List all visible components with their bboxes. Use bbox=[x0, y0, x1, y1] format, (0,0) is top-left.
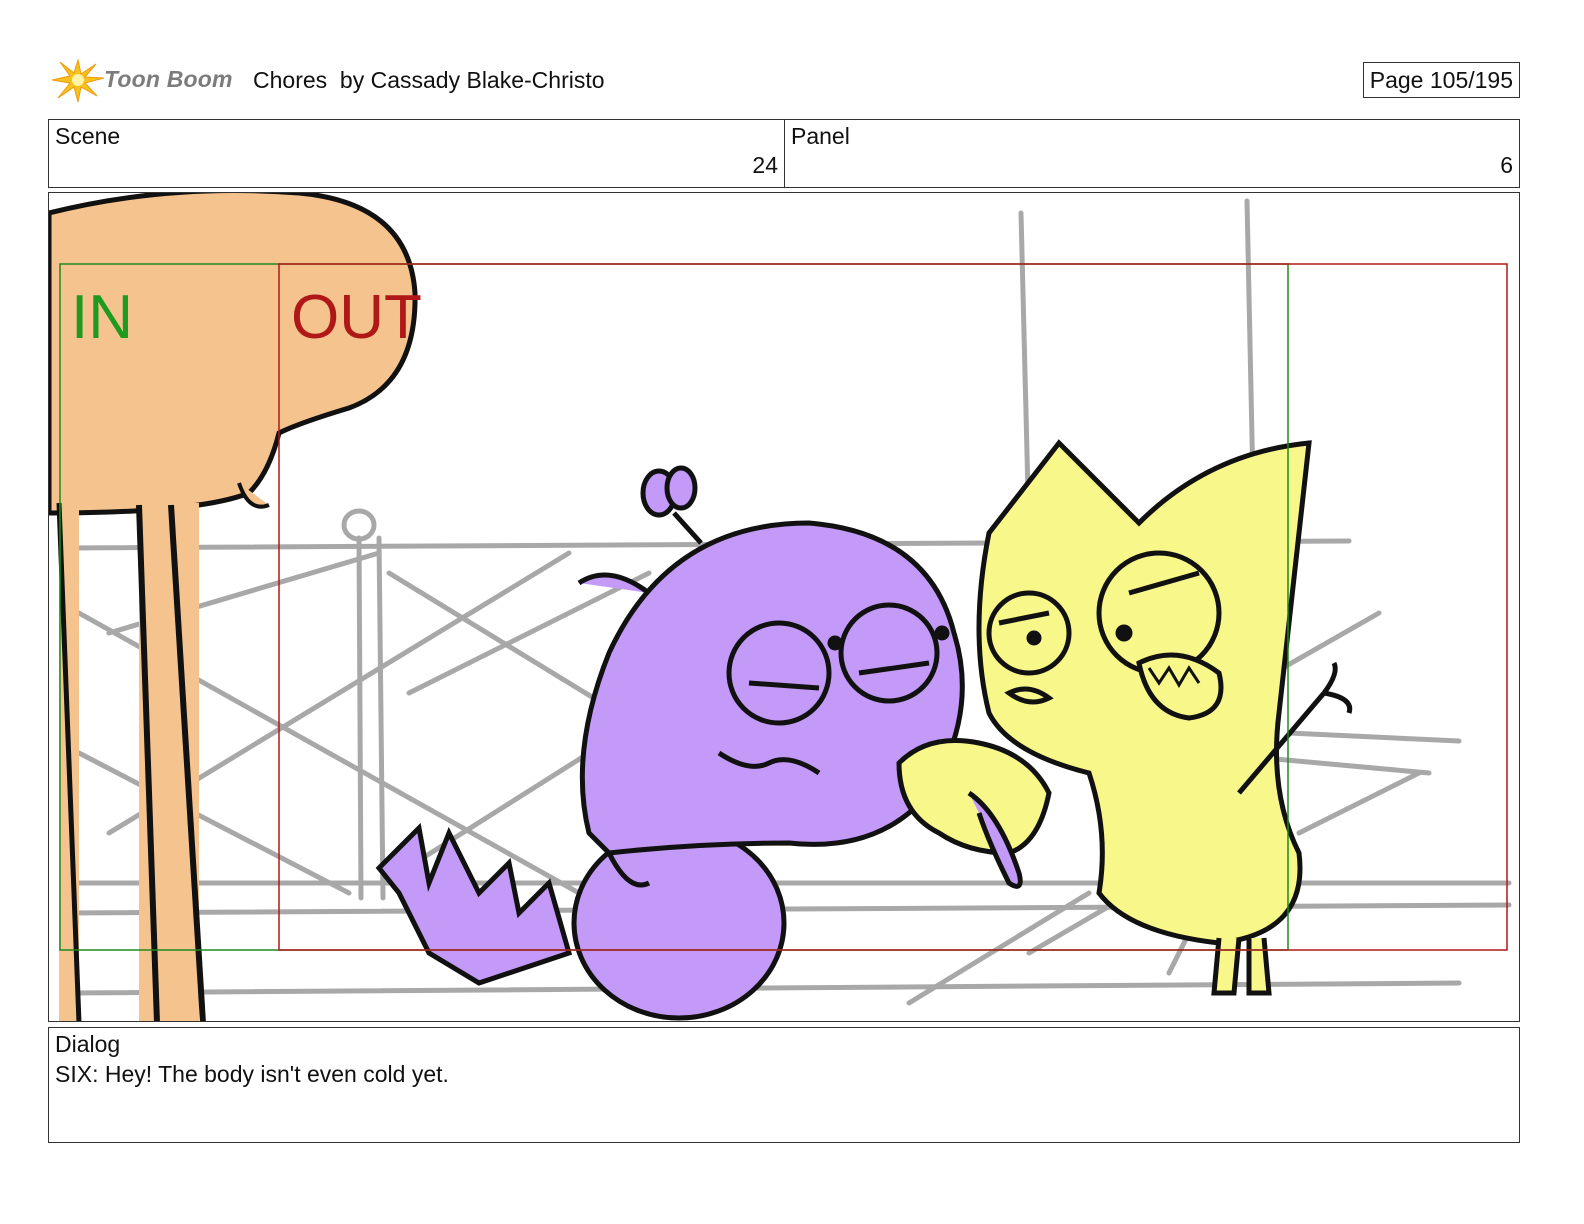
dialog-label: Dialog bbox=[55, 1031, 121, 1057]
logo-text: Toon Boom bbox=[104, 66, 233, 92]
toon-boom-logo: Toon Boom bbox=[48, 56, 238, 104]
dialog-box: Dialog SIX: Hey! The body isn't even col… bbox=[48, 1027, 1520, 1143]
starburst-icon bbox=[51, 58, 105, 103]
panel-cell: Panel 6 bbox=[785, 120, 1519, 187]
scene-number: 24 bbox=[752, 152, 778, 178]
storyboard-panel-image: IN OUT bbox=[48, 192, 1520, 1022]
panel-label: Panel bbox=[791, 123, 850, 149]
page-header: Toon Boom Chores by Cassady Blake-Christ… bbox=[48, 56, 1520, 104]
out-label: OUT bbox=[291, 283, 422, 352]
dialog-text: SIX: Hey! The body isn't even cold yet. bbox=[55, 1061, 449, 1087]
document-title: Chores by Cassady Blake-Christo bbox=[253, 67, 605, 93]
scene-cell: Scene 24 bbox=[49, 120, 785, 187]
panel-number: 6 bbox=[1500, 152, 1513, 178]
scene-label: Scene bbox=[55, 123, 121, 149]
scene-panel-row: Scene 24 Panel 6 bbox=[48, 119, 1520, 188]
panel-drawing: IN OUT bbox=[49, 193, 1512, 1021]
in-label: IN bbox=[71, 283, 133, 352]
page-number: Page 105/195 bbox=[1362, 62, 1520, 98]
purple-character bbox=[375, 465, 965, 1021]
